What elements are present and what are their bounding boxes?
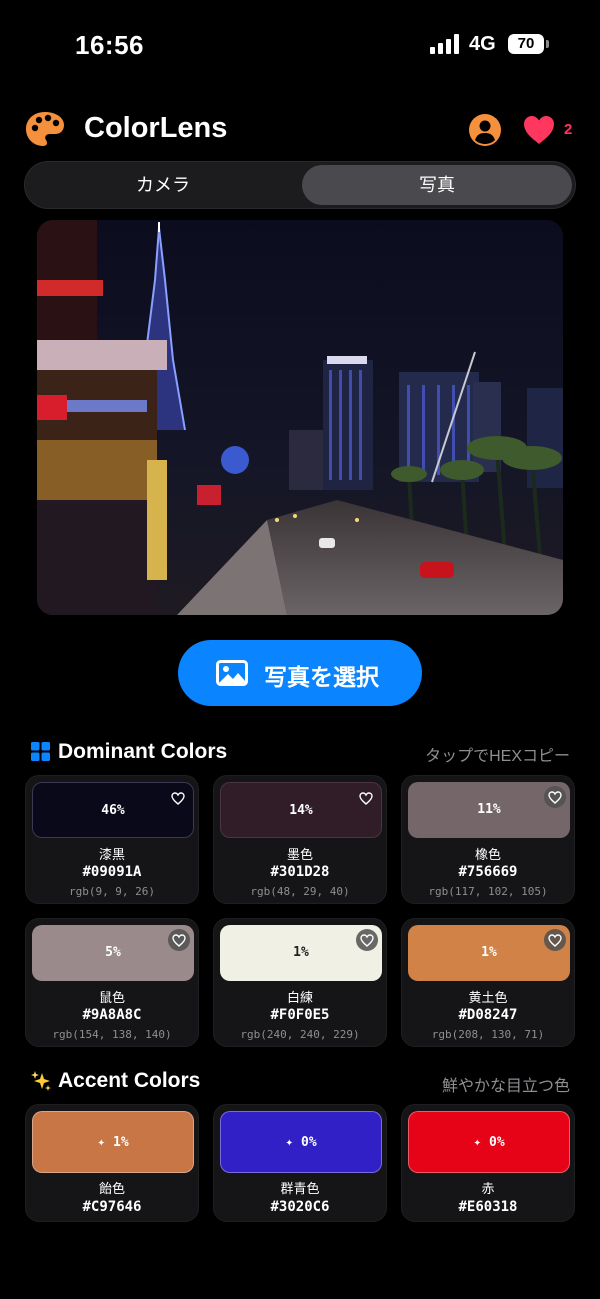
selected-photo xyxy=(37,220,563,615)
battery-tip xyxy=(546,40,549,48)
favorite-button[interactable] xyxy=(355,787,377,809)
select-photo-label: 写真を選択 xyxy=(264,664,379,690)
dominant-color-card[interactable]: 5% 鼠色 #9A8A8C rgb(154, 138, 140) xyxy=(25,918,199,1047)
color-hex: #E60318 xyxy=(458,1199,518,1215)
color-swatch: 1% xyxy=(220,925,382,981)
color-swatch: 14% xyxy=(220,782,382,838)
status-bar: 16:56 4G 70 xyxy=(0,0,600,90)
favorite-button[interactable] xyxy=(356,929,378,951)
select-photo-button[interactable]: 写真を選択 xyxy=(178,640,422,706)
color-name: 鼠色 xyxy=(98,990,125,1005)
color-swatch: ✦ 0% xyxy=(220,1111,382,1173)
dominant-color-card[interactable]: 46% 漆黒 #09091A rgb(9, 9, 26) xyxy=(25,775,199,904)
color-swatch: ✦ 0% xyxy=(408,1111,570,1173)
heart-outline-icon xyxy=(172,934,186,947)
color-hex: #3020C6 xyxy=(270,1199,330,1215)
color-name: 墨色 xyxy=(286,847,313,862)
color-hex: #D08247 xyxy=(458,1007,518,1023)
color-hex: #C97646 xyxy=(82,1199,142,1215)
dominant-color-card[interactable]: 14% 墨色 #301D28 rgb(48, 29, 40) xyxy=(213,775,387,904)
heart-outline-icon xyxy=(548,934,562,947)
heart-icon[interactable] xyxy=(522,114,556,146)
heart-outline-icon xyxy=(548,791,562,804)
color-name: 群青色 xyxy=(280,1181,320,1196)
dominant-colors-hint: タップでHEXコピー xyxy=(425,748,570,765)
sparkles-icon xyxy=(31,1071,51,1091)
color-rgb: rgb(48, 29, 40) xyxy=(250,885,350,898)
color-rgb: rgb(208, 130, 71) xyxy=(431,1028,545,1041)
heart-outline-icon xyxy=(171,792,185,805)
accent-colors-title: Accent Colors xyxy=(58,1069,201,1092)
dominant-colors-title: Dominant Colors xyxy=(58,740,228,763)
photo-icon xyxy=(216,660,248,686)
color-swatch: 46% xyxy=(32,782,194,838)
color-rgb: rgb(240, 240, 229) xyxy=(240,1028,360,1041)
color-hex: #301D28 xyxy=(270,864,330,880)
mode-segmented-control: カメラ 写真 xyxy=(24,161,576,209)
grid-icon xyxy=(31,742,50,761)
tab-photo[interactable]: 写真 xyxy=(302,165,572,205)
color-hex: #09091A xyxy=(82,864,142,880)
status-time: 16:56 xyxy=(75,30,144,60)
color-name: 漆黒 xyxy=(98,847,125,862)
color-hex: #9A8A8C xyxy=(82,1007,142,1023)
color-swatch: 5% xyxy=(32,925,194,981)
accent-colors-hint: 鮮やかな目立つ色 xyxy=(441,1078,570,1095)
heart-outline-icon xyxy=(359,792,373,805)
heart-outline-icon xyxy=(360,934,374,947)
battery-icon: 70 xyxy=(508,34,544,54)
color-rgb: rgb(117, 102, 105) xyxy=(428,885,548,898)
color-rgb: rgb(9, 9, 26) xyxy=(68,885,156,898)
color-name: 赤 xyxy=(481,1181,495,1196)
favorite-button[interactable] xyxy=(168,929,190,951)
dominant-color-card[interactable]: 1% 黄土色 #D08247 rgb(208, 130, 71) xyxy=(401,918,575,1047)
color-name: 橡色 xyxy=(474,847,501,862)
profile-icon[interactable] xyxy=(468,113,502,147)
color-percent: ✦ 0% xyxy=(473,1135,505,1150)
accent-color-card[interactable]: ✦ 0% 赤 #E60318 xyxy=(401,1104,575,1222)
color-hex: #756669 xyxy=(458,864,518,880)
signal-icon xyxy=(430,34,459,54)
app-title: ColorLens xyxy=(84,112,228,144)
color-name: 黄土色 xyxy=(468,990,508,1005)
color-percent: ✦ 1% xyxy=(97,1135,129,1150)
color-name: 白練 xyxy=(286,990,313,1005)
dominant-color-card[interactable]: 1% 白練 #F0F0E5 rgb(240, 240, 229) xyxy=(213,918,387,1047)
network-type: 4G xyxy=(469,33,496,55)
accent-color-card[interactable]: ✦ 0% 群青色 #3020C6 xyxy=(213,1104,387,1222)
color-swatch: 11% xyxy=(408,782,570,838)
color-swatch: 1% xyxy=(408,925,570,981)
color-percent: ✦ 0% xyxy=(285,1135,317,1150)
favorite-button[interactable] xyxy=(167,787,189,809)
palette-icon xyxy=(26,112,64,146)
favorite-button[interactable] xyxy=(544,786,566,808)
battery-level: 70 xyxy=(517,35,535,52)
favorite-button[interactable] xyxy=(544,929,566,951)
accent-color-card[interactable]: ✦ 1% 飴色 #C97646 xyxy=(25,1104,199,1222)
favorites-count: 2 xyxy=(564,121,573,138)
color-rgb: rgb(154, 138, 140) xyxy=(52,1028,172,1041)
color-name: 飴色 xyxy=(98,1181,125,1196)
dominant-color-card[interactable]: 11% 橡色 #756669 rgb(117, 102, 105) xyxy=(401,775,575,904)
tab-camera[interactable]: カメラ xyxy=(28,165,298,205)
color-hex: #F0F0E5 xyxy=(270,1007,330,1023)
color-swatch: ✦ 1% xyxy=(32,1111,194,1173)
